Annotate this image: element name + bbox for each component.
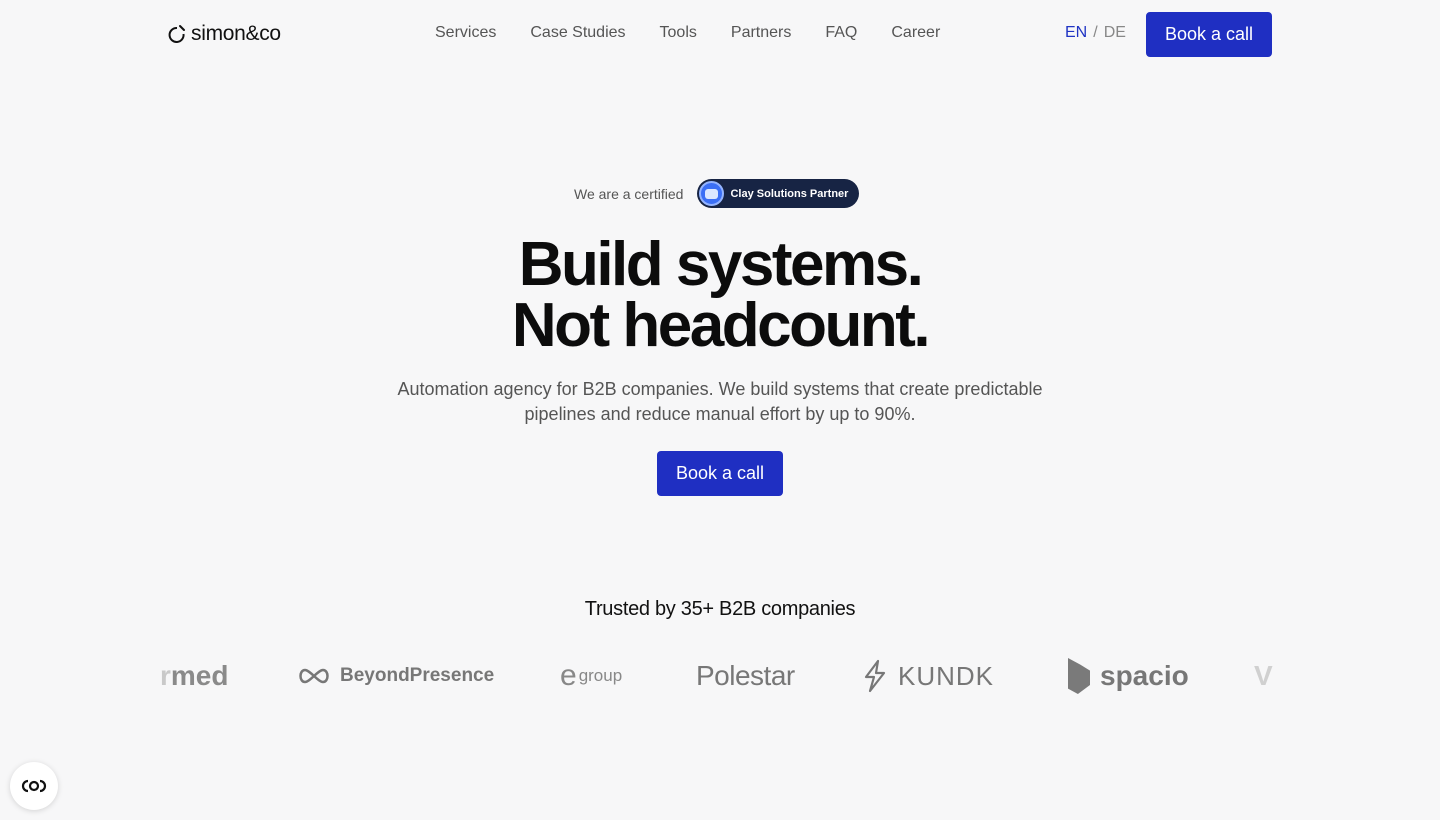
headline-line-2: Not headcount.: [511, 291, 931, 360]
spacio-mark-icon: [1068, 658, 1090, 694]
nav-link-case-studies[interactable]: Case Studies: [530, 24, 625, 42]
lang-de-link[interactable]: DE: [1104, 24, 1126, 42]
certified-text: We are a certified: [574, 185, 684, 202]
brand-name: simon&co: [191, 22, 281, 45]
language-switcher: EN / DE: [1065, 24, 1126, 42]
badge-label: Clay Solutions Partner: [730, 187, 849, 200]
brand-logo[interactable]: simon&co: [167, 22, 281, 46]
kundk-mark-icon: [864, 659, 886, 693]
client-logo-kundk: KUNDK: [860, 648, 994, 704]
nav-link-career[interactable]: Career: [891, 24, 940, 42]
nav-link-services[interactable]: Services: [435, 24, 496, 42]
hero-headline: Build systems. Not headcount.: [0, 234, 1440, 357]
nav-links: Services Case Studies Tools Partners FAQ…: [435, 24, 940, 42]
nav-book-call-button[interactable]: Book a call: [1146, 12, 1272, 57]
client-logo-strip: r med BeyondPresence e group Polestar KUND…: [160, 648, 1280, 704]
clay-partner-badge[interactable]: Clay Solutions Partner: [697, 179, 860, 208]
client-logo-med: r med: [160, 660, 229, 691]
nav-link-tools[interactable]: Tools: [660, 24, 697, 42]
headline-line-1: Build systems.: [518, 230, 924, 299]
infinity-icon: [299, 668, 329, 684]
hero-book-call-button[interactable]: Book a call: [657, 451, 783, 496]
certification-row: We are a certified Clay Solutions Partne…: [574, 179, 860, 208]
clay-icon: [699, 181, 725, 206]
swirl-icon: [168, 25, 185, 43]
nav-link-partners[interactable]: Partners: [731, 24, 791, 42]
client-logo-partial: V: [1254, 660, 1273, 691]
privacy-settings-button[interactable]: [10, 762, 58, 810]
trusted-title: Trusted by 35+ B2B companies: [584, 598, 856, 620]
client-logo-beyondpresence: BeyondPresence: [296, 648, 494, 704]
lang-en-link[interactable]: EN: [1065, 24, 1087, 42]
top-navigation: simon&co Services Case Studies Tools Par…: [0, 0, 1440, 68]
eye-privacy-icon: [21, 779, 47, 793]
hero-subtitle: Automation agency for B2B companies. We …: [397, 379, 1043, 424]
nav-link-faq[interactable]: FAQ: [825, 24, 857, 42]
lang-separator: /: [1093, 24, 1098, 41]
client-logo-spacio: spacio: [1068, 648, 1189, 704]
client-logo-egroup: e group: [560, 659, 623, 692]
client-logo-polestar: Polestar: [696, 660, 795, 691]
